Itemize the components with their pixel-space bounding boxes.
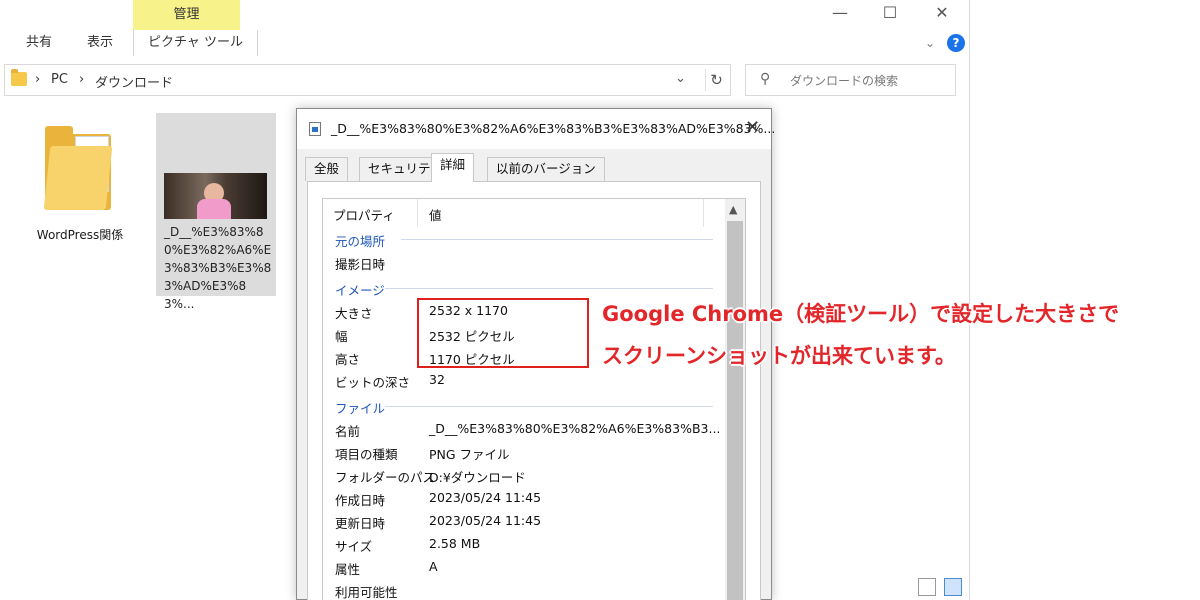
tab-share[interactable]: 共有	[26, 30, 52, 56]
screen: 管理 共有 表示 ピクチャ ツール — ☐ ✕ ⌄ ? › PC › ダウンロー…	[0, 0, 1200, 600]
tab-picture-tools[interactable]: ピクチャ ツール	[133, 30, 259, 56]
property-value: D:¥ダウンロード	[429, 470, 526, 485]
tab-view[interactable]: 表示	[87, 30, 113, 56]
dialog-titlebar[interactable]: _D__%E3%83%80%E3%82%A6%E3%83%B3%E3%83%AD…	[297, 109, 775, 149]
property-name: ビットの深さ	[335, 375, 411, 390]
property-name: 作成日時	[335, 493, 386, 508]
ribbon: 管理 共有 表示 ピクチャ ツール — ☐ ✕ ⌄ ?	[0, 0, 970, 56]
highlight-box	[417, 298, 589, 368]
file-item-label[interactable]: WordPress関係	[20, 226, 140, 243]
vertical-scrollbar[interactable]: ▲	[725, 199, 745, 600]
property-value: 32	[429, 372, 445, 387]
section-origin: 元の場所	[335, 234, 386, 249]
breadcrumb-separator[interactable]: ›	[79, 72, 84, 87]
dialog-close-button[interactable]: ✕	[745, 117, 760, 138]
minimize-button[interactable]: —	[816, 0, 864, 28]
tab-general[interactable]: 全般	[305, 157, 349, 181]
view-toggle	[918, 578, 966, 598]
property-name: 利用可能性	[335, 585, 398, 600]
annotation-line-1: Google Chrome（検証ツール）で設定した大きさで	[602, 302, 1120, 326]
scrollbar-thumb[interactable]	[727, 221, 743, 600]
property-value: 2023/05/24 11:45	[429, 513, 542, 528]
property-name: 大きさ	[335, 306, 373, 321]
property-value: 2.58 MB	[429, 536, 481, 551]
file-item-selected[interactable]: _D__%E3%83%80%E3%82%A6%E3%83%B3%E3%83%AD…	[156, 113, 276, 311]
property-name: フォルダーのパス	[335, 470, 436, 485]
property-value: _D__%E3%83%80%E3%82%A6%E3%83%B3...	[429, 421, 721, 436]
section-file: ファイル	[335, 401, 386, 416]
details-panel: プロパティ 値 元の場所 撮影日時 イメージ 大きさ 2532 x 1170 幅…	[307, 181, 761, 600]
search-icon: ⚲	[760, 71, 771, 87]
image-thumbnail	[164, 173, 267, 219]
column-header-value[interactable]: 値	[429, 205, 442, 224]
breadcrumb-downloads[interactable]: ダウンロード	[95, 72, 173, 91]
close-button[interactable]: ✕	[918, 0, 966, 28]
file-item-label: _D__%E3%83%80%E3%82%A6%E3%83%B3%E3%83%AD…	[164, 225, 272, 311]
maximize-button[interactable]: ☐	[866, 0, 914, 28]
property-name: サイズ	[335, 539, 373, 554]
breadcrumb-separator: ›	[35, 72, 41, 87]
property-name: 撮影日時	[335, 257, 386, 272]
property-name: 更新日時	[335, 516, 386, 531]
tab-details[interactable]: 詳細	[431, 153, 475, 182]
breadcrumb-pc[interactable]: PC	[51, 72, 68, 87]
dialog-title: _D__%E3%83%80%E3%82%A6%E3%83%B3%E3%83%AD…	[331, 121, 776, 136]
address-bar[interactable]: › PC › ダウンロード ⌄ ↻	[4, 64, 731, 96]
property-list[interactable]: プロパティ 値 元の場所 撮影日時 イメージ 大きさ 2532 x 1170 幅…	[322, 198, 746, 600]
property-value: 2023/05/24 11:45	[429, 490, 542, 505]
annotation-line-2: スクリーンショットが出来ています。	[602, 344, 956, 368]
property-name: 属性	[335, 562, 361, 577]
property-name: 幅	[335, 329, 348, 344]
ribbon-expand-chevron-icon[interactable]: ⌄	[925, 36, 935, 50]
list-header: プロパティ 値	[323, 199, 745, 229]
scroll-up-icon[interactable]: ▲	[729, 203, 737, 216]
folder-icon[interactable]	[43, 120, 115, 212]
address-dropdown-icon[interactable]: ⌄	[675, 71, 686, 86]
large-icons-view-icon[interactable]	[944, 578, 962, 596]
refresh-icon[interactable]: ↻	[705, 69, 727, 91]
section-image: イメージ	[335, 283, 385, 298]
details-view-icon[interactable]	[918, 578, 936, 596]
property-value: A	[429, 559, 438, 574]
ribbon-context-header[interactable]: 管理	[133, 0, 240, 30]
property-name: 高さ	[335, 352, 361, 367]
column-header-property[interactable]: プロパティ	[333, 205, 395, 224]
image-file-icon	[309, 122, 321, 136]
help-icon[interactable]: ?	[947, 34, 965, 52]
property-name: 名前	[335, 424, 361, 439]
property-value: PNG ファイル	[429, 447, 510, 462]
search-placeholder: ダウンロードの検索	[790, 74, 899, 88]
folder-icon	[11, 69, 27, 86]
property-name: 項目の種類	[335, 447, 398, 462]
search-box[interactable]: ⚲ ダウンロードの検索	[745, 64, 956, 96]
tab-previous-versions[interactable]: 以前のバージョン	[487, 157, 605, 181]
